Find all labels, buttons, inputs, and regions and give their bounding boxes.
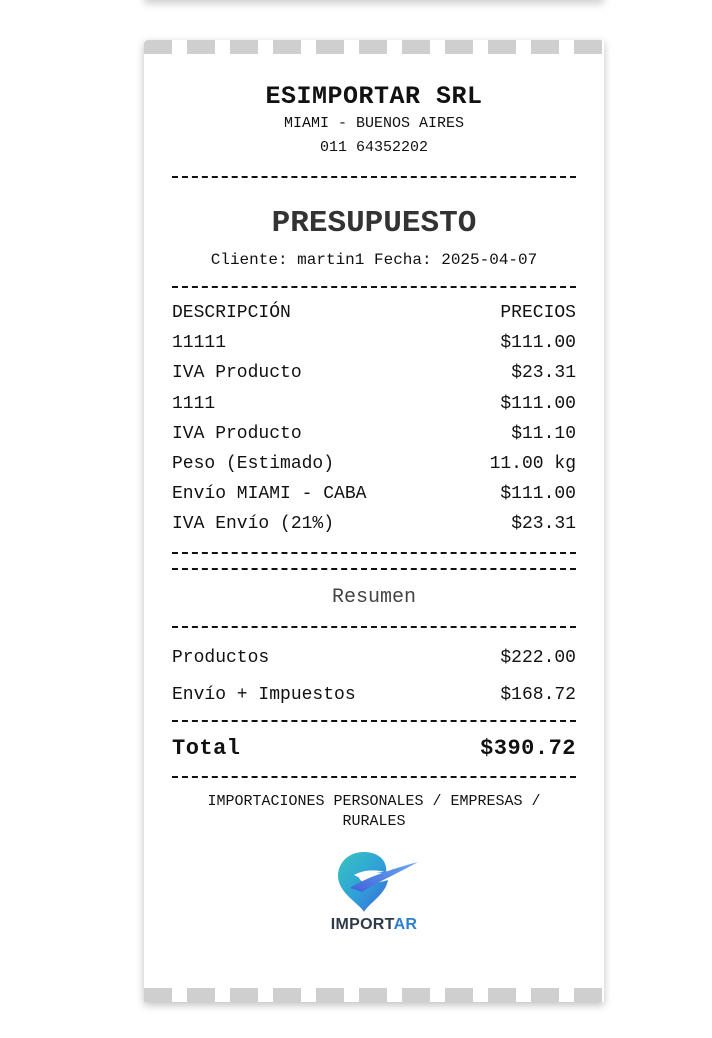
client-label: Cliente: <box>210 251 288 269</box>
item-description: 1111 <box>172 393 216 414</box>
receipt-content: ESIMPORTAR SRL MIAMI - BUENOS AIRES 011 … <box>172 54 576 934</box>
divider <box>172 176 576 178</box>
summary-list: Productos $222.00 Envío + Impuestos $168… <box>172 640 576 714</box>
item-description: IVA Envío (21%) <box>172 514 335 535</box>
item-price: $23.31 <box>511 363 576 384</box>
summary-label: Envío + Impuestos <box>172 684 356 705</box>
table-row: Envío MIAMI - CABA $111.00 <box>172 479 576 509</box>
receipt-top-perforation <box>144 40 604 54</box>
summary-title: Resumen <box>331 585 416 609</box>
company-phone: 011 64352202 <box>319 139 429 156</box>
logo-pin-icon <box>338 851 418 912</box>
client-date-line: Cliente: martin1 Fecha: 2025-04-07 <box>172 248 576 272</box>
logo-text: IMPORTAR <box>331 916 418 934</box>
item-description: Peso (Estimado) <box>172 454 335 475</box>
divider <box>172 775 576 778</box>
table-row: IVA Envío (21%) $23.31 <box>172 509 576 539</box>
item-price: $23.31 <box>511 514 576 535</box>
item-price: $111.00 <box>500 333 576 354</box>
summary-value: $222.00 <box>500 647 576 668</box>
header-price: PRECIOS <box>500 303 576 323</box>
items-table: DESCRIPCIÓN PRECIOS 11111 $111.00 IVA Pr… <box>172 298 576 540</box>
company-logo: IMPORTAR <box>172 848 576 934</box>
item-description: IVA Producto <box>172 363 302 384</box>
header-description: DESCRIPCIÓN <box>172 303 291 323</box>
logo-text-accent: AR <box>393 915 418 933</box>
summary-row: Productos $222.00 <box>172 640 576 677</box>
company-name: ESIMPORTAR SRL <box>265 82 483 111</box>
document-title: PRESUPUESTO <box>271 206 477 241</box>
logo-text-main: IMPORT <box>330 915 394 933</box>
table-row: IVA Producto $11.10 <box>172 419 576 449</box>
total-label: Total <box>172 735 241 761</box>
divider <box>172 567 576 570</box>
date-label: Fecha: <box>374 251 432 269</box>
divider <box>172 719 576 722</box>
client-name: martin1 <box>297 251 365 269</box>
table-row: IVA Producto $23.31 <box>172 358 576 388</box>
item-description: 11111 <box>172 333 227 354</box>
item-description: Envío MIAMI - CABA <box>172 484 367 505</box>
table-row: 1111 $111.00 <box>172 389 576 419</box>
receipt-bottom-perforation <box>144 988 604 1002</box>
item-price: $11.10 <box>511 423 576 444</box>
table-row: Peso (Estimado) 11.00 kg <box>172 449 576 479</box>
item-description: IVA Producto <box>172 423 302 444</box>
summary-label: Productos <box>172 647 270 668</box>
item-price: 11.00 kg <box>489 454 576 475</box>
divider <box>172 625 576 628</box>
table-row: 11111 $111.00 <box>172 328 576 358</box>
receipt: ESIMPORTAR SRL MIAMI - BUENOS AIRES 011 … <box>144 40 604 1002</box>
divider <box>172 286 576 288</box>
divider <box>172 551 576 554</box>
company-location: MIAMI - BUENOS AIRES <box>283 115 465 132</box>
item-price: $111.00 <box>500 484 576 505</box>
table-header: DESCRIPCIÓN PRECIOS <box>172 298 576 328</box>
item-price: $111.00 <box>500 393 576 414</box>
date-value: 2025-04-07 <box>441 251 538 269</box>
total-value: $390.72 <box>480 735 576 761</box>
total-row: Total $390.72 <box>172 734 576 764</box>
summary-value: $168.72 <box>500 684 576 705</box>
footer-tagline: IMPORTACIONES PERSONALES / EMPRESAS / RU… <box>207 792 541 830</box>
summary-row: Envío + Impuestos $168.72 <box>172 677 576 714</box>
